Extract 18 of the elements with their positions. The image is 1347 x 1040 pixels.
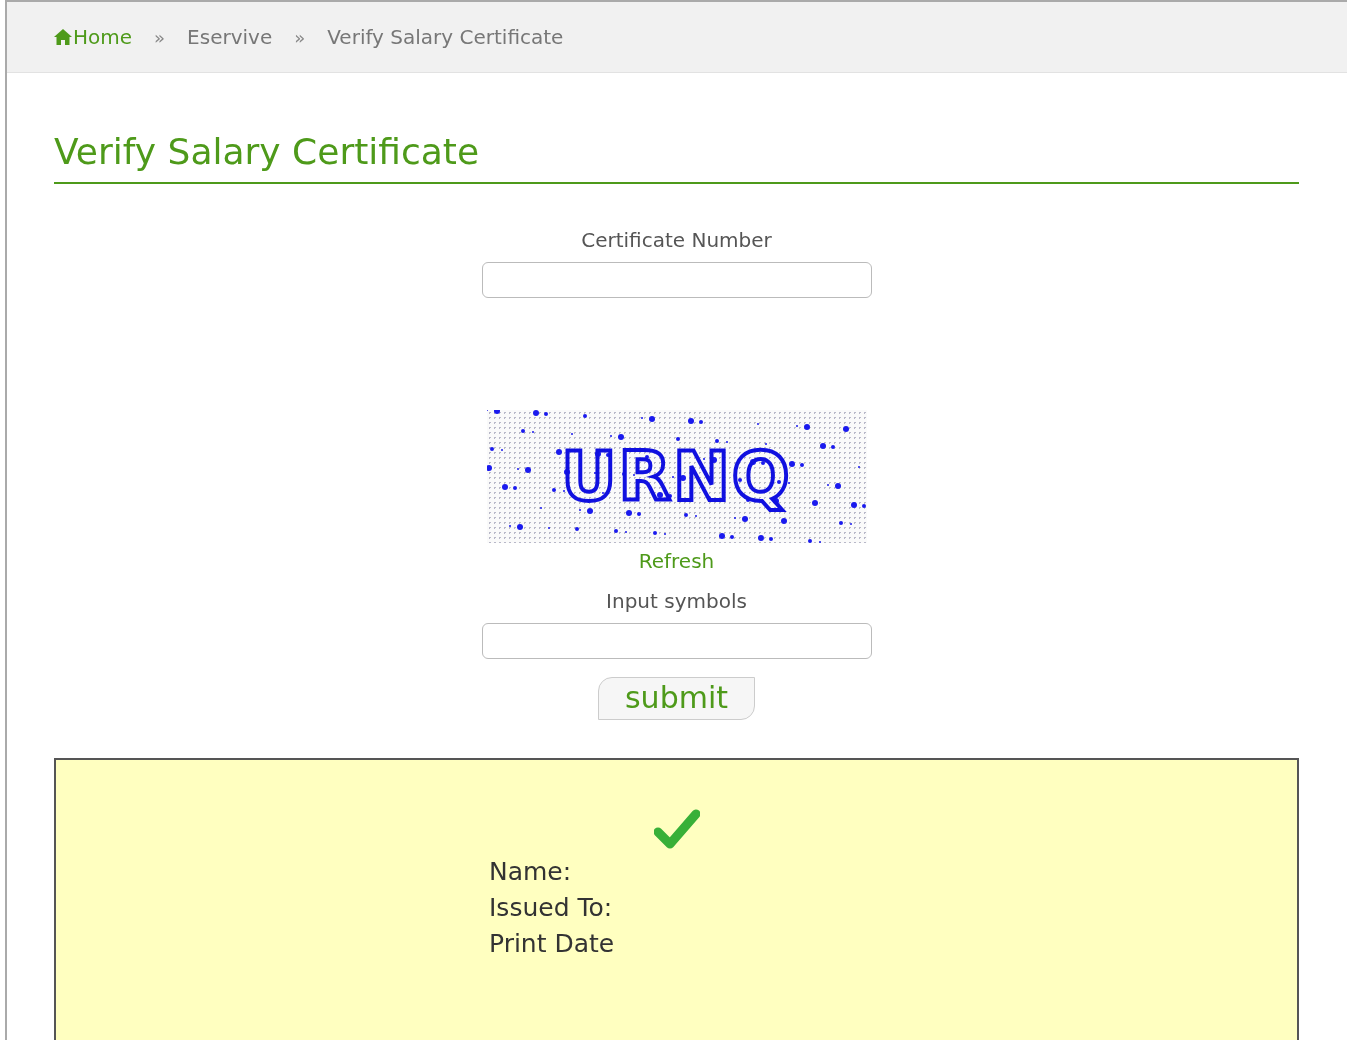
- checkmark-icon: [654, 808, 700, 850]
- breadcrumb-link[interactable]: Verify Salary Certificate: [327, 25, 564, 49]
- home-link[interactable]: Home: [53, 25, 133, 49]
- field-label: Input symbols: [606, 589, 747, 613]
- page-title: Verify Salary Certificate: [54, 131, 1299, 184]
- result-label: Issued To:: [489, 892, 614, 924]
- result-label: Print Date: [489, 928, 615, 960]
- result-label: Name:: [489, 856, 573, 888]
- breadcrumb-separator: »: [154, 26, 166, 48]
- refresh-link[interactable]: Refresh: [638, 549, 715, 573]
- symbols-field[interactable]: [481, 623, 872, 659]
- submit-button[interactable]: submit: [598, 677, 755, 720]
- field-label: Certificate Number: [581, 228, 772, 252]
- home-icon: [53, 28, 73, 46]
- breadcrumb-separator: »: [294, 26, 306, 48]
- certificate-number-field[interactable]: [481, 262, 872, 298]
- breadcrumb-link[interactable]: Eservive: [187, 25, 273, 49]
- captcha-image: URNQ: [486, 410, 867, 543]
